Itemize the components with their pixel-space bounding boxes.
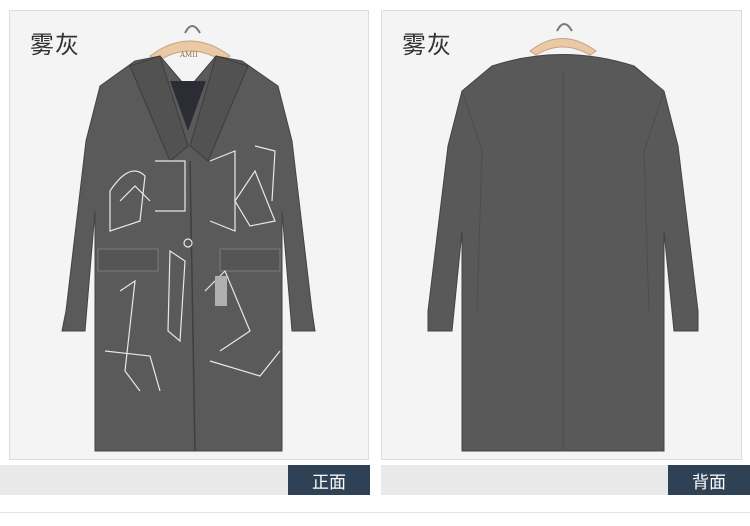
front-coat-image: AMII <box>61 25 316 452</box>
view-tag-front: 正面 <box>288 465 370 495</box>
hanger-brand: AMII <box>179 51 198 59</box>
hanger-icon <box>529 23 597 56</box>
divider <box>0 512 750 513</box>
view-tag-back: 背面 <box>668 465 750 495</box>
product-photo-front: AMII 雾灰 <box>9 10 369 460</box>
caption-bar <box>0 465 288 495</box>
caption-bar <box>381 465 668 495</box>
product-photo-back: 雾灰 <box>381 10 742 460</box>
back-coat-image <box>427 23 699 452</box>
color-label: 雾灰 <box>30 31 80 59</box>
color-label: 雾灰 <box>402 31 452 59</box>
